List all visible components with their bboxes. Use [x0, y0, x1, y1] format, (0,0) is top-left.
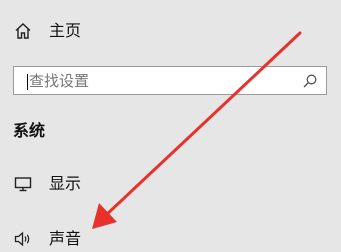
- home-label: 主页: [49, 21, 82, 40]
- sidebar-item-sound[interactable]: 声音: [0, 228, 341, 250]
- search-icon[interactable]: [302, 73, 318, 89]
- sidebar-item-label: 声音: [49, 229, 82, 248]
- speaker-icon: [13, 229, 33, 249]
- home-icon: [13, 21, 33, 41]
- sidebar-item-display[interactable]: 显示: [0, 173, 341, 195]
- monitor-icon: [13, 174, 33, 194]
- search-input[interactable]: [29, 67, 297, 94]
- home-nav-item[interactable]: 主页: [0, 20, 341, 42]
- sidebar-item-label: 显示: [49, 174, 82, 193]
- section-heading-system: 系统: [13, 121, 46, 140]
- search-box[interactable]: [13, 66, 327, 95]
- text-caret: [27, 74, 28, 90]
